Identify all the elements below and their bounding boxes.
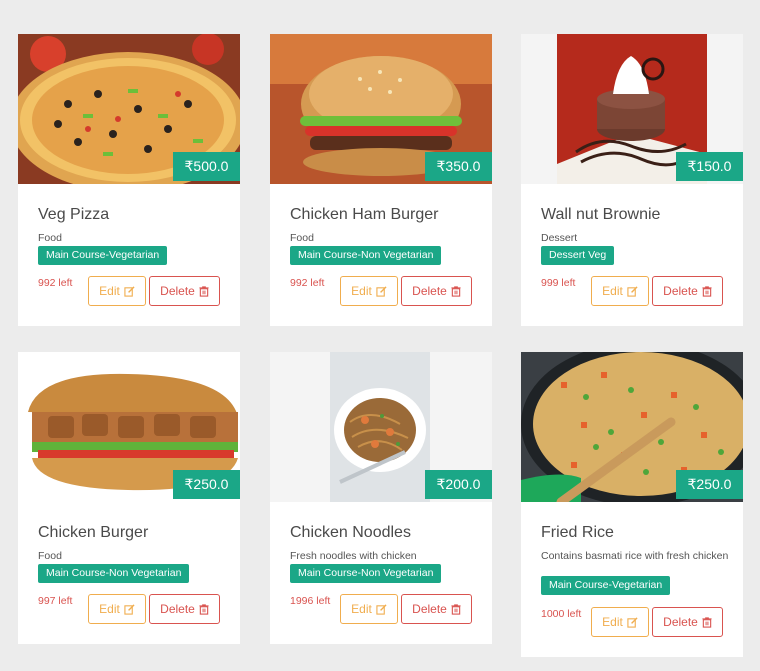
category-badge: Main Course-Vegetarian	[38, 246, 168, 265]
edit-button[interactable]: Edit	[88, 276, 146, 306]
trash-icon	[702, 285, 712, 297]
product-image-pizza: ₹500.0	[18, 34, 240, 184]
price-tag: ₹350.0	[425, 152, 492, 181]
product-name: Wall nut Brownie	[541, 206, 661, 223]
edit-icon	[124, 285, 135, 297]
stock-count: 999 left	[541, 277, 576, 289]
stock-count: 992 left	[38, 277, 73, 289]
product-image-sub-sandwich: ₹250.0	[18, 352, 240, 502]
product-name: Chicken Ham Burger	[290, 206, 439, 223]
product-image-burger: ₹350.0	[270, 34, 492, 184]
product-description: Fresh noodles with chicken	[290, 550, 417, 562]
edit-icon	[627, 616, 638, 628]
product-name: Fried Rice	[541, 524, 614, 541]
product-card: ₹150.0 Wall nut Brownie Dessert Dessert …	[521, 34, 743, 326]
product-image-brownie: ₹150.0	[521, 34, 743, 184]
product-description: Food	[290, 232, 314, 244]
delete-button[interactable]: Delete	[652, 276, 723, 306]
edit-button[interactable]: Edit	[591, 276, 649, 306]
stock-count: 1000 left	[541, 608, 582, 620]
edit-icon	[124, 603, 135, 615]
product-image-fried-rice: ₹250.0	[521, 352, 743, 502]
product-description: Dessert	[541, 232, 578, 244]
product-description: Food	[38, 232, 62, 244]
trash-icon	[702, 616, 712, 628]
edit-icon	[376, 603, 387, 615]
delete-button[interactable]: Delete	[149, 594, 220, 624]
product-name: Chicken Burger	[38, 524, 149, 541]
delete-button[interactable]: Delete	[401, 276, 472, 306]
delete-button[interactable]: Delete	[149, 276, 220, 306]
category-badge: Main Course-Non Vegetarian	[290, 246, 442, 265]
price-tag: ₹250.0	[676, 470, 743, 499]
product-image-noodles: ₹200.0	[270, 352, 492, 502]
product-name: Chicken Noodles	[290, 524, 411, 541]
edit-icon	[376, 285, 387, 297]
trash-icon	[451, 603, 461, 615]
stock-count: 992 left	[290, 277, 325, 289]
delete-button[interactable]: Delete	[652, 607, 723, 637]
trash-icon	[199, 603, 209, 615]
category-badge: Main Course-Vegetarian	[541, 576, 671, 595]
edit-button[interactable]: Edit	[591, 607, 649, 637]
product-card: ₹500.0 Veg Pizza Food Main Course-Vegeta…	[18, 34, 240, 326]
product-card: ₹200.0 Chicken Noodles Fresh noodles wit…	[270, 352, 492, 644]
product-card: ₹350.0 Chicken Ham Burger Food Main Cour…	[270, 34, 492, 326]
product-description: Food	[38, 550, 62, 562]
delete-button[interactable]: Delete	[401, 594, 472, 624]
product-name: Veg Pizza	[38, 206, 110, 223]
trash-icon	[451, 285, 461, 297]
price-tag: ₹250.0	[173, 470, 240, 499]
stock-count: 1996 left	[290, 595, 331, 607]
stock-count: 997 left	[38, 595, 73, 607]
edit-icon	[627, 285, 638, 297]
category-badge: Dessert Veg	[541, 246, 615, 265]
product-card: ₹250.0 Chicken Burger Food Main Course-N…	[18, 352, 240, 644]
trash-icon	[199, 285, 209, 297]
category-badge: Main Course-Non Vegetarian	[38, 564, 190, 583]
product-card: ₹250.0 Fried Rice Contains basmati rice …	[521, 352, 743, 657]
edit-button[interactable]: Edit	[340, 594, 398, 624]
edit-button[interactable]: Edit	[340, 276, 398, 306]
product-description: Contains basmati rice with fresh chicken	[541, 550, 729, 562]
category-badge: Main Course-Non Vegetarian	[290, 564, 442, 583]
edit-button[interactable]: Edit	[88, 594, 146, 624]
price-tag: ₹200.0	[425, 470, 492, 499]
price-tag: ₹500.0	[173, 152, 240, 181]
price-tag: ₹150.0	[676, 152, 743, 181]
